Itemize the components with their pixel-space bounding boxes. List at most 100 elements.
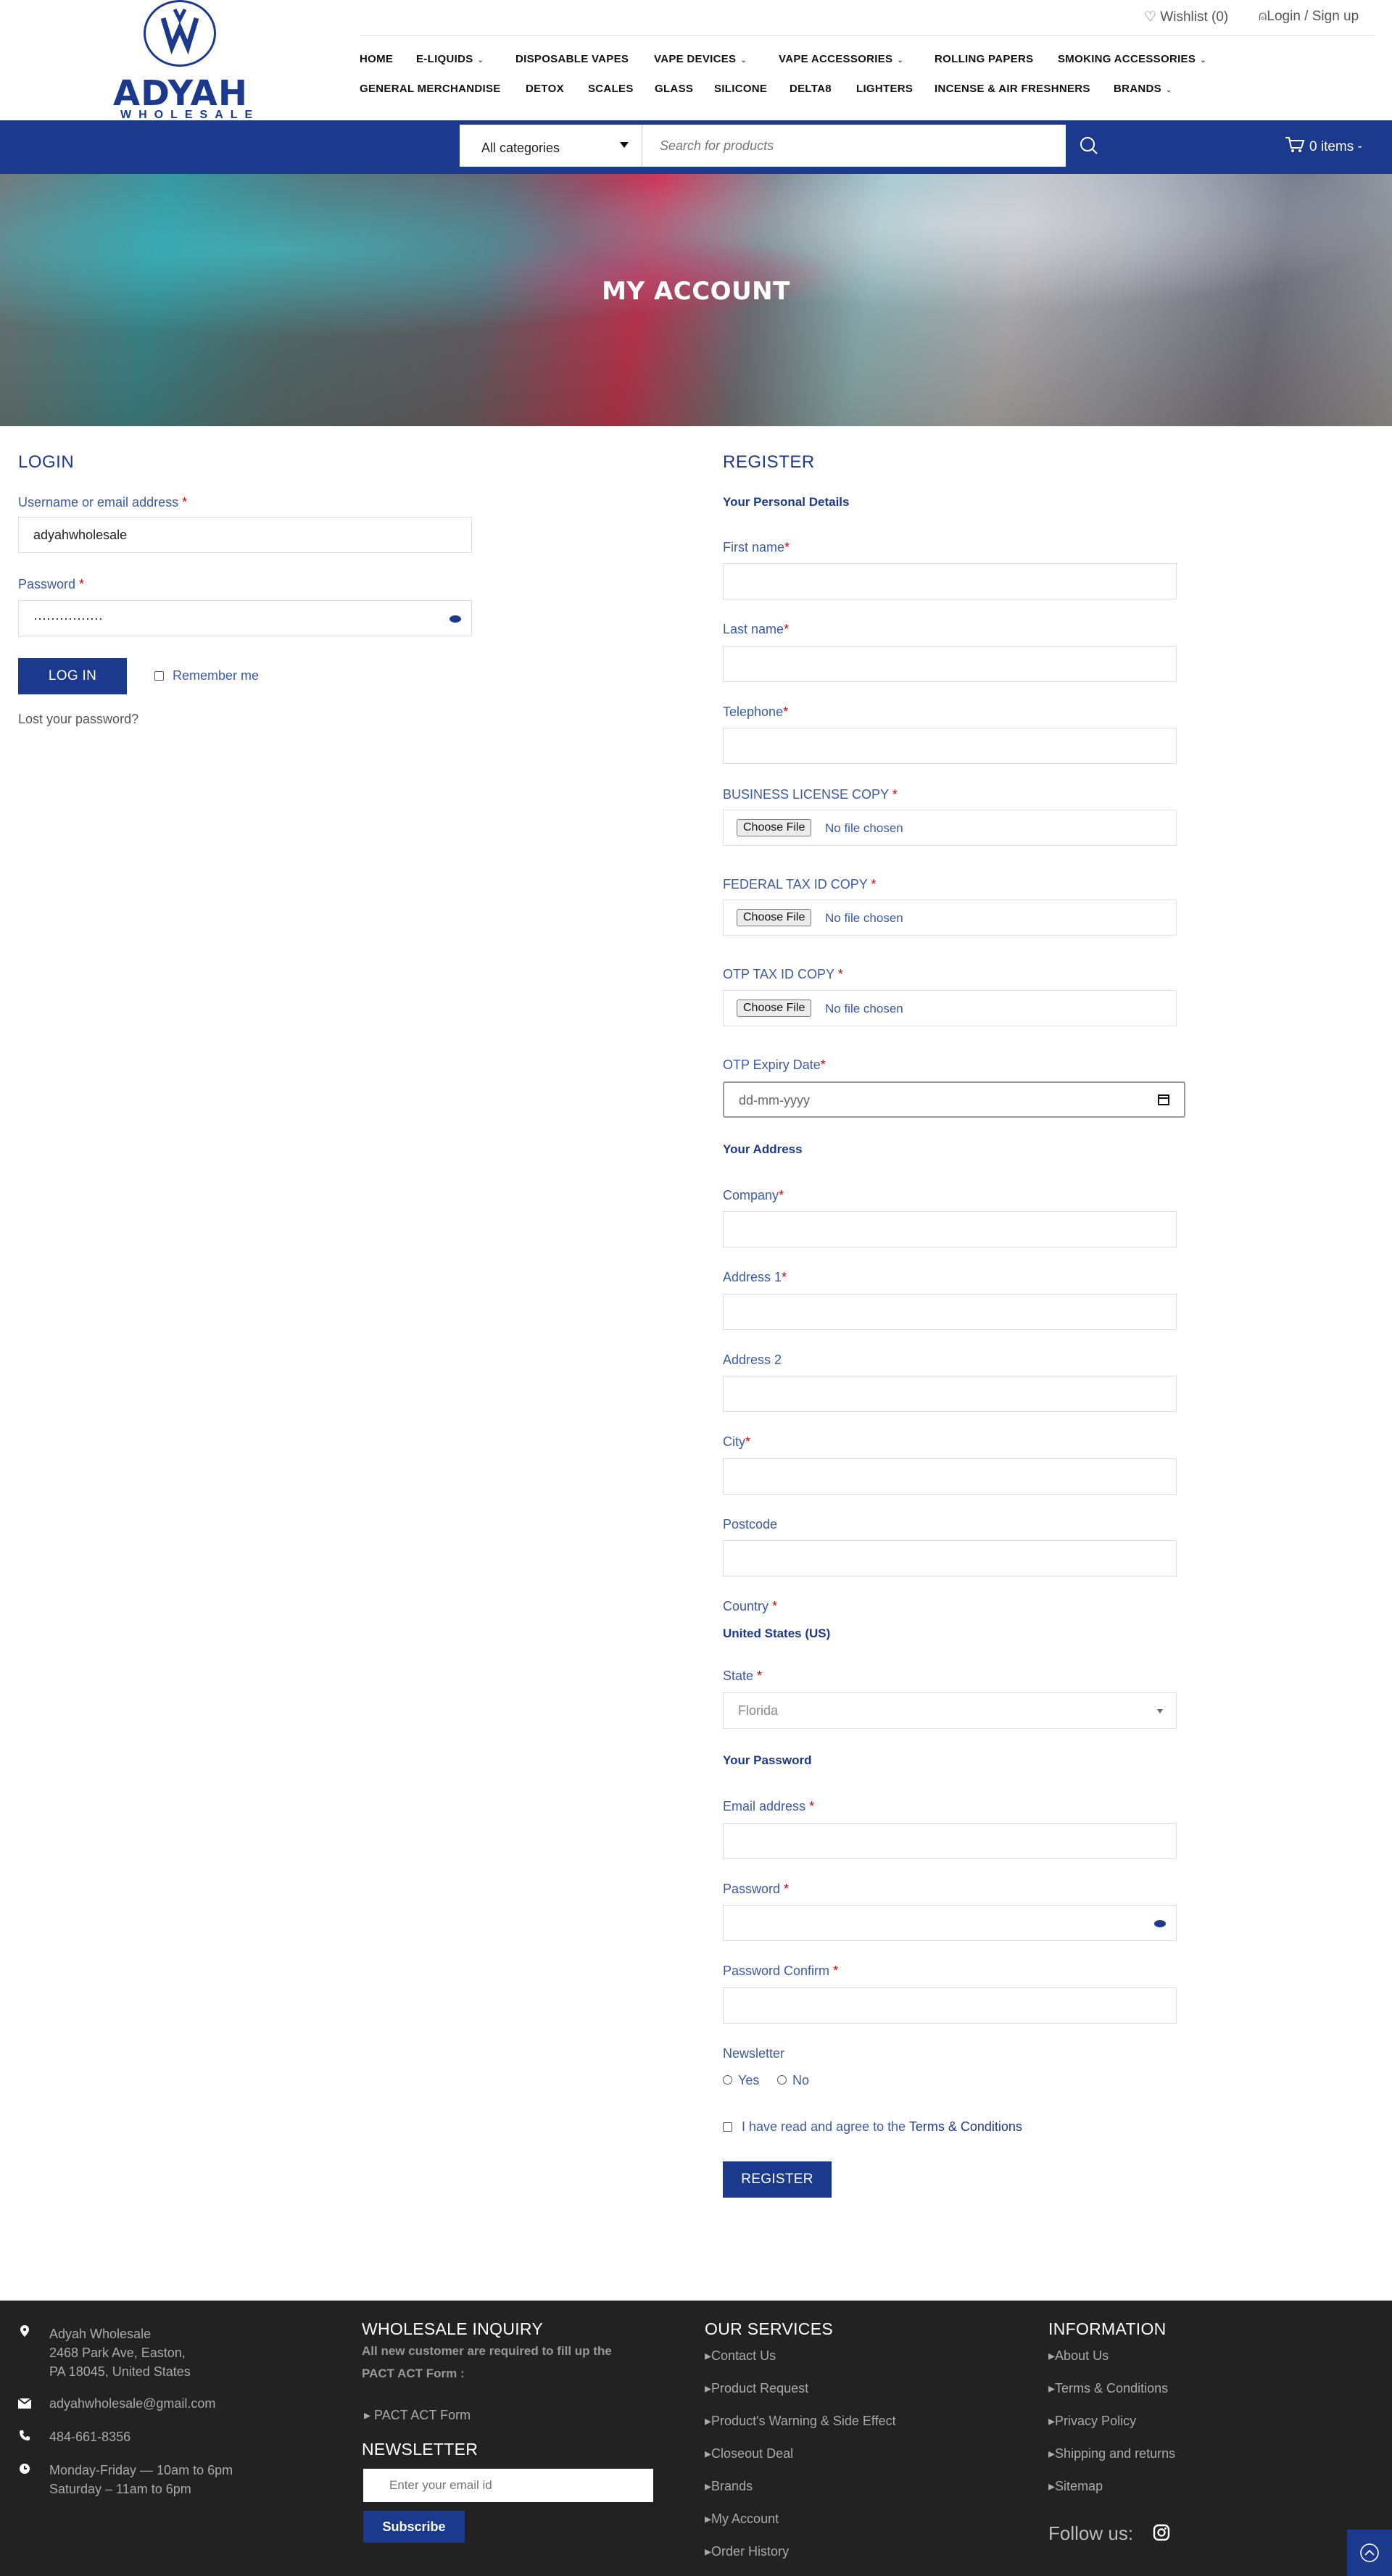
caret-right-icon: ▸ bbox=[1048, 2479, 1056, 2493]
footer-link-contact-us[interactable]: ▸Contact Us bbox=[705, 2348, 776, 2364]
page-banner: MY ACCOUNT bbox=[0, 174, 1392, 426]
newsletter-yes-radio[interactable] bbox=[723, 2075, 732, 2085]
newsletter-label: Newsletter bbox=[723, 2046, 785, 2061]
footer-link-sitemap[interactable]: ▸Sitemap bbox=[1048, 2479, 1103, 2494]
country-value: United States (US) bbox=[723, 1626, 831, 1640]
newsletter-no-radio[interactable] bbox=[777, 2075, 787, 2085]
otp-tax-label: OTP TAX ID COPY * bbox=[723, 967, 843, 982]
caret-right-icon: ▸ bbox=[705, 2414, 712, 2428]
required-marker: * bbox=[757, 1669, 763, 1683]
footer-link-terms[interactable]: ▸Terms & Conditions bbox=[1048, 2381, 1168, 2396]
first-name-input[interactable] bbox=[723, 563, 1177, 599]
nav-vape-accessories[interactable]: VAPE ACCESSORIES ⌄ bbox=[779, 53, 903, 65]
footer-link-brands[interactable]: ▸Brands bbox=[705, 2479, 753, 2494]
nav-silicone[interactable]: SILICONE bbox=[714, 83, 767, 95]
address2-input[interactable] bbox=[723, 1376, 1177, 1412]
nav-home[interactable]: HOME bbox=[360, 53, 393, 65]
wishlist-link[interactable]: ♡ Wishlist (0) bbox=[1144, 9, 1228, 25]
show-password-icon[interactable] bbox=[450, 615, 461, 623]
footer-link-shipping[interactable]: ▸Shipping and returns bbox=[1048, 2446, 1175, 2461]
location-icon bbox=[20, 2325, 29, 2337]
nav-e-liquids[interactable]: E-LIQUIDS ⌄ bbox=[416, 53, 484, 65]
postcode-input[interactable] bbox=[723, 1540, 1177, 1576]
login-signup-label: Login / Sign up bbox=[1267, 9, 1359, 24]
nav-lighters[interactable]: LIGHTERS bbox=[856, 83, 913, 95]
information-heading: INFORMATION bbox=[1048, 2319, 1167, 2338]
otp-expiry-label-text: OTP Expiry Date bbox=[723, 1058, 821, 1072]
nav-disposable-vapes[interactable]: DISPOSABLE VAPES bbox=[515, 53, 629, 65]
otp-tax-label-text: OTP TAX ID COPY bbox=[723, 967, 834, 981]
footer-link-label: Sitemap bbox=[1055, 2479, 1103, 2493]
subscribe-button[interactable]: Subscribe bbox=[363, 2511, 465, 2543]
calendar-icon[interactable] bbox=[1158, 1094, 1169, 1105]
nav-brands[interactable]: BRANDS ⌄ bbox=[1114, 83, 1172, 95]
nav-general-merchandise[interactable]: GENERAL MERCHANDISE bbox=[360, 83, 501, 95]
scroll-to-top-button[interactable] bbox=[1347, 2530, 1392, 2576]
caret-right-icon: ▸ bbox=[705, 2511, 712, 2526]
required-marker: * bbox=[182, 495, 188, 510]
choose-file-button[interactable]: Choose File bbox=[737, 819, 812, 836]
category-select[interactable]: All categories bbox=[460, 125, 642, 167]
instagram-icon[interactable] bbox=[1153, 2524, 1170, 2541]
telephone-input[interactable] bbox=[723, 728, 1177, 764]
terms-link[interactable]: Terms & Conditions bbox=[909, 2119, 1022, 2134]
company-label-text: Company bbox=[723, 1188, 779, 1202]
footer-phone-link[interactable]: 484-661-8356 bbox=[49, 2430, 130, 2445]
footer-link-product-request[interactable]: ▸Product Request bbox=[705, 2381, 808, 2396]
login-button[interactable]: LOG IN bbox=[18, 658, 127, 694]
footer-link-label: Order History bbox=[711, 2544, 790, 2559]
footer-link-privacy[interactable]: ▸Privacy Policy bbox=[1048, 2414, 1136, 2429]
required-marker: * bbox=[833, 1964, 839, 1978]
footer-address-line3: PA 18045, United States bbox=[49, 2364, 191, 2379]
required-marker: * bbox=[892, 787, 898, 802]
register-password-input[interactable] bbox=[723, 1905, 1177, 1941]
footer-link-product-warning[interactable]: ▸Product's Warning & Side Effect bbox=[705, 2414, 896, 2429]
state-select[interactable]: Florida bbox=[723, 1692, 1177, 1729]
show-password-icon[interactable] bbox=[1154, 1920, 1166, 1927]
nav-smoking-accessories[interactable]: SMOKING ACCESSORIES ⌄ bbox=[1058, 53, 1206, 65]
required-marker: * bbox=[784, 622, 790, 636]
footer-link-closeout-deal[interactable]: ▸Closeout Deal bbox=[705, 2446, 793, 2461]
nav-divider bbox=[360, 35, 1375, 36]
nav-glass[interactable]: GLASS bbox=[655, 83, 693, 95]
choose-file-button[interactable]: Choose File bbox=[737, 909, 812, 926]
required-marker: * bbox=[783, 705, 789, 719]
footer-hours-1: Monday-Friday — 10am to 6pm bbox=[49, 2463, 233, 2477]
password-confirm-label: Password Confirm * bbox=[723, 1964, 838, 1979]
lost-password-link[interactable]: Lost your password? bbox=[18, 712, 138, 727]
last-name-input[interactable] bbox=[723, 646, 1177, 682]
username-input[interactable]: adyahwholesale bbox=[18, 517, 472, 553]
company-label: Company* bbox=[723, 1188, 784, 1203]
city-input[interactable] bbox=[723, 1458, 1177, 1495]
search-button[interactable] bbox=[1066, 125, 1112, 167]
logo-text: ADYAH bbox=[113, 73, 248, 114]
choose-file-button[interactable]: Choose File bbox=[737, 1000, 812, 1017]
password-input[interactable]: ················ bbox=[18, 600, 472, 636]
email-input[interactable] bbox=[723, 1823, 1177, 1859]
password-label-text: Password bbox=[18, 577, 76, 591]
company-input[interactable] bbox=[723, 1211, 1177, 1247]
nav-vape-devices[interactable]: VAPE DEVICES ⌄ bbox=[654, 53, 747, 65]
footer-link-order-history[interactable]: ▸Order History bbox=[705, 2544, 789, 2559]
footer-email-link[interactable]: adyahwholesale@gmail.com bbox=[49, 2396, 215, 2411]
nav-rolling-papers[interactable]: ROLLING PAPERS bbox=[935, 53, 1033, 65]
cart-link[interactable]: 0 items - bbox=[1285, 136, 1362, 155]
nav-scales[interactable]: SCALES bbox=[588, 83, 634, 95]
nav-delta8[interactable]: DELTA8 bbox=[790, 83, 832, 95]
agree-terms-checkbox[interactable] bbox=[723, 2122, 732, 2132]
nav-detox[interactable]: DETOX bbox=[526, 83, 564, 95]
search-input[interactable] bbox=[642, 125, 1066, 167]
register-button[interactable]: REGISTER bbox=[723, 2161, 832, 2198]
remember-me-checkbox[interactable] bbox=[154, 671, 164, 681]
otp-expiry-date-input[interactable]: dd-mm-yyyy bbox=[723, 1081, 1185, 1118]
newsletter-email-input[interactable] bbox=[363, 2469, 653, 2502]
footer-link-label: Closeout Deal bbox=[711, 2446, 794, 2461]
login-signup-link[interactable]: ⍝Login / Sign up bbox=[1259, 9, 1359, 25]
address1-input[interactable] bbox=[723, 1294, 1177, 1330]
address-heading: Your Address bbox=[723, 1142, 803, 1156]
nav-incense-air-fresheners[interactable]: INCENSE & AIR FRESHNERS bbox=[935, 83, 1090, 95]
pact-act-form-link[interactable]: ▸ PACT ACT Form bbox=[364, 2408, 471, 2423]
footer-link-my-account[interactable]: ▸My Account bbox=[705, 2511, 779, 2527]
footer-link-about-us[interactable]: ▸About Us bbox=[1048, 2348, 1109, 2364]
password-confirm-input[interactable] bbox=[723, 1987, 1177, 2024]
